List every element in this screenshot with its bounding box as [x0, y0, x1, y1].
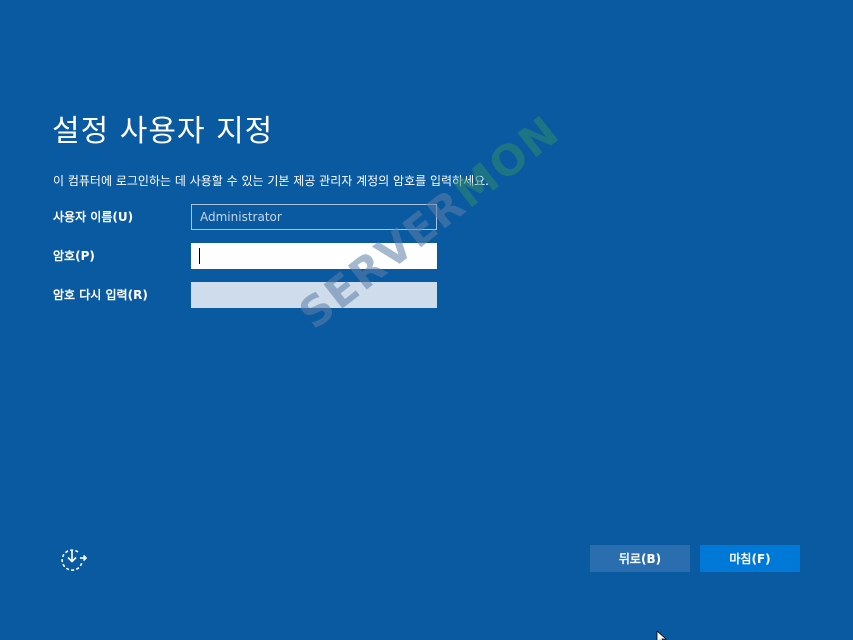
- back-button[interactable]: 뒤로(B): [590, 545, 690, 572]
- watermark-part2: MON: [445, 105, 569, 218]
- username-label: 사용자 이름(U): [53, 210, 134, 224]
- text-caret: [199, 248, 200, 264]
- password-label: 암호(P): [53, 249, 95, 263]
- page-title: 설정 사용자 지정: [52, 114, 274, 149]
- ease-of-access-icon-graphic: [61, 549, 88, 571]
- ease-of-access-icon[interactable]: [58, 545, 88, 575]
- page-description: 이 컴퓨터에 로그인하는 데 사용할 수 있는 기본 제공 관리자 계정의 암호…: [53, 174, 489, 188]
- mouse-pointer-icon: [656, 628, 670, 640]
- confirm-password-label: 암호 다시 입력(R): [53, 288, 148, 302]
- finish-button[interactable]: 마침(F): [700, 545, 800, 572]
